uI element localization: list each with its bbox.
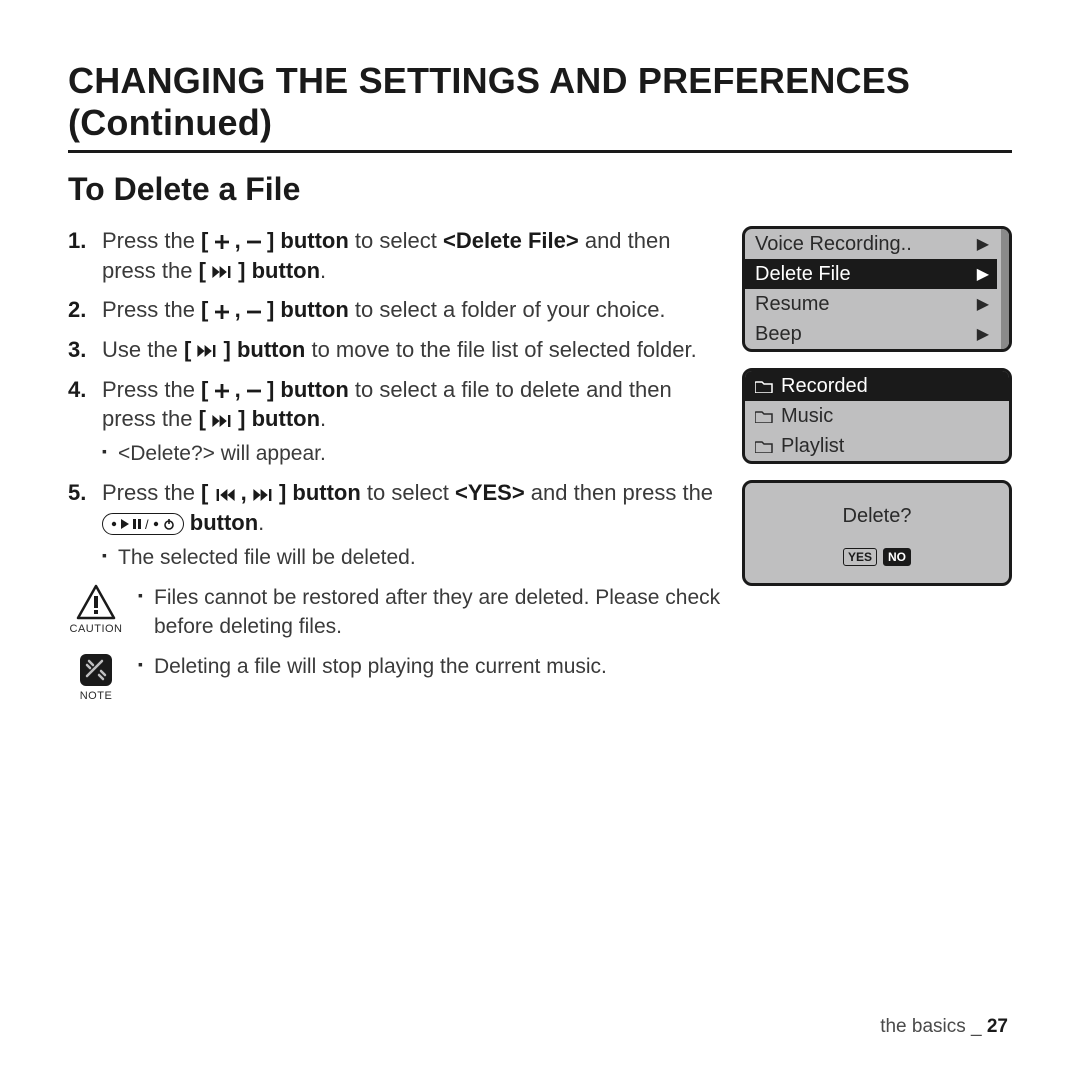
menu-item: Delete File▶: [745, 259, 997, 289]
folder-item: Playlist: [745, 431, 1009, 461]
menu-item: Voice Recording..▶: [745, 229, 997, 259]
minus-icon: [247, 235, 261, 249]
section-title: To Delete a File: [68, 171, 1012, 208]
scrollbar: [1001, 229, 1009, 349]
folder-item: Recorded: [745, 371, 1009, 401]
prev-track-icon: [215, 489, 235, 501]
next-track-icon: [212, 266, 232, 278]
menu-item: Beep▶: [745, 319, 997, 349]
caution-icon: [76, 584, 116, 620]
note-icon: [79, 653, 113, 687]
page-footer: the basics _ 27: [880, 1016, 1008, 1038]
folder-item: Music: [745, 401, 1009, 431]
instruction-column: Press the [ , ] button to select <Delete…: [68, 226, 730, 714]
minus-icon: [247, 384, 261, 398]
caution-block: CAUTION Files cannot be restored after t…: [68, 584, 730, 643]
minus-icon: [247, 305, 261, 319]
dialog-yes: YES: [843, 548, 877, 566]
step-3: Use the [ ] button to move to the file l…: [68, 335, 730, 365]
settings-menu-screen: Voice Recording..▶Delete File▶Resume▶Bee…: [742, 226, 1012, 352]
dialog-question: Delete?: [755, 505, 999, 528]
plus-icon: [215, 305, 229, 319]
menu-item: Resume▶: [745, 289, 997, 319]
step-4-note: <Delete?> will appear.: [102, 440, 730, 468]
step-4: Press the [ , ] button to select a file …: [68, 375, 730, 469]
step-1: Press the [ , ] button to select <Delete…: [68, 226, 730, 285]
page-title: CHANGING THE SETTINGS AND PREFERENCES (C…: [68, 60, 1012, 153]
next-track-icon: [212, 415, 232, 427]
note-text: Deleting a file will stop playing the cu…: [138, 653, 730, 681]
dialog-no: NO: [883, 548, 911, 566]
step-2: Press the [ , ] button to select a folde…: [68, 295, 730, 325]
delete-dialog-screen: Delete? YES NO: [742, 480, 1012, 586]
step-5: Press the [ , ] button to select <YES> a…: [68, 478, 730, 572]
plus-icon: [215, 384, 229, 398]
note-block: NOTE Deleting a file will stop playing t…: [68, 653, 730, 704]
folder-list-screen: RecordedMusicPlaylist: [742, 368, 1012, 464]
caution-text: Files cannot be restored after they are …: [138, 584, 730, 641]
plus-icon: [215, 235, 229, 249]
step-5-note: The selected file will be deleted.: [102, 544, 730, 572]
next-track-icon: [253, 489, 273, 501]
next-track-icon: [197, 345, 217, 357]
device-screens-column: Voice Recording..▶Delete File▶Resume▶Bee…: [742, 226, 1012, 714]
play-power-button-icon: /: [102, 513, 184, 535]
